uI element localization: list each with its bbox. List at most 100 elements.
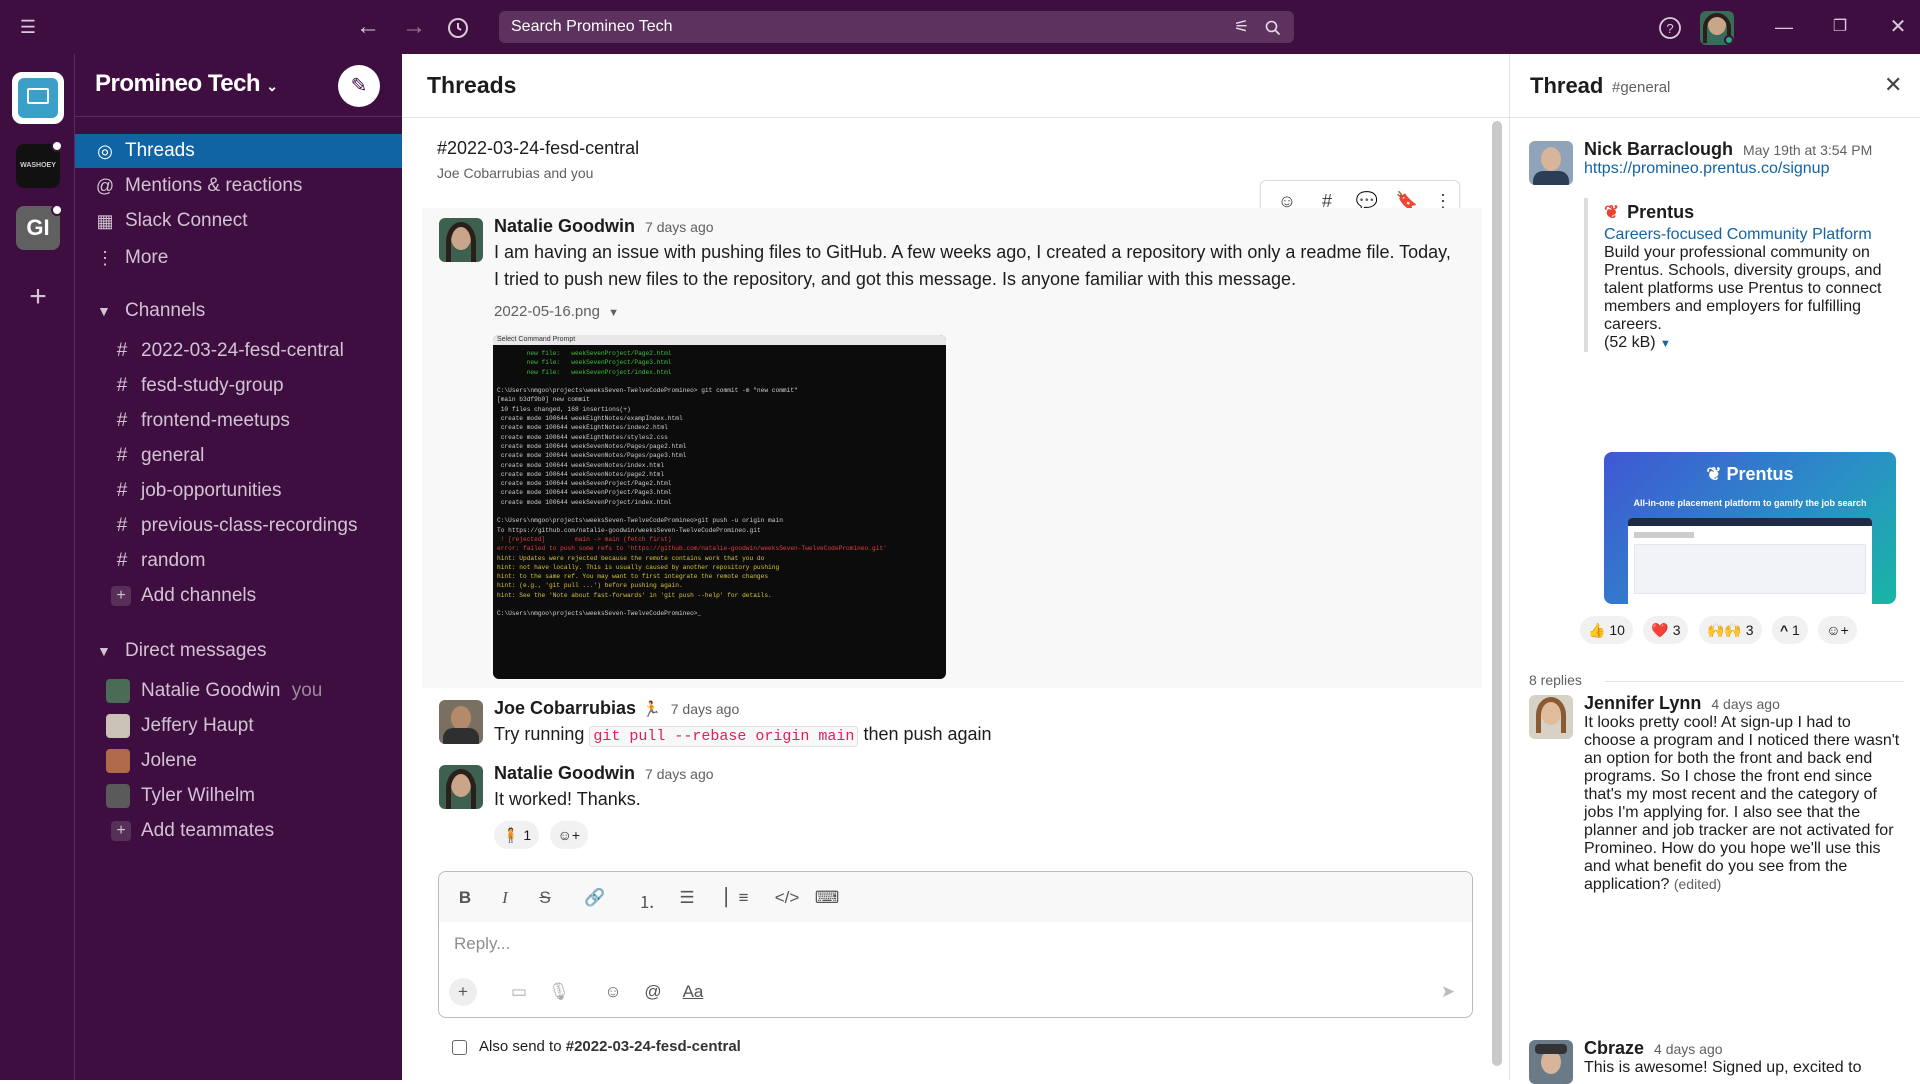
- hamburger-icon[interactable]: ☰: [10, 0, 46, 54]
- nav-mentions[interactable]: @ Mentions & reactions: [75, 169, 402, 203]
- close-icon[interactable]: ✕: [1884, 72, 1902, 98]
- channel-item[interactable]: # job-opportunities: [75, 474, 402, 508]
- strikethrough-icon[interactable]: S: [531, 888, 559, 908]
- reaction-chip[interactable]: 🙌🙌 3: [1698, 616, 1762, 644]
- avatar[interactable]: [439, 700, 483, 744]
- message-time[interactable]: 7 days ago: [671, 701, 740, 717]
- bulleted-list-icon[interactable]: ☰: [673, 888, 701, 908]
- compose-button[interactable]: ✎: [338, 65, 380, 107]
- search-text: Search Promineo Tech: [511, 18, 673, 35]
- reply-composer: B I S 🔗 ⒈ ☰ ▏≡ </> ⌨ Reply... + ▭ 🎙 ☺ @ …: [438, 871, 1473, 1018]
- add-reaction-button[interactable]: ☺+: [549, 821, 589, 849]
- blockquote-icon[interactable]: ▏≡: [723, 888, 751, 908]
- add-reaction-button[interactable]: ☺+: [1818, 616, 1857, 644]
- message-author[interactable]: Cbraze: [1584, 1038, 1644, 1058]
- search-icon[interactable]: [1265, 11, 1281, 43]
- message-time[interactable]: 7 days ago: [645, 219, 714, 235]
- add-channels-button[interactable]: + Add channels: [75, 579, 402, 613]
- attachment-image[interactable]: Select Command Prompt new file: weekSeve…: [493, 335, 946, 679]
- video-icon[interactable]: ▭: [505, 982, 533, 1002]
- unfurl-title[interactable]: Careers-focused Community Platform: [1604, 226, 1902, 244]
- minimize-icon[interactable]: —: [1766, 0, 1802, 54]
- format-toggle-icon[interactable]: Aa: [679, 982, 707, 1002]
- search-input[interactable]: Search Promineo Tech ⚟: [499, 11, 1294, 43]
- workspace-name[interactable]: Promineo Tech ⌄: [95, 70, 278, 98]
- nav-threads[interactable]: ◎ Threads: [75, 134, 402, 168]
- italic-icon[interactable]: I: [491, 888, 519, 908]
- message-author[interactable]: Natalie Goodwin: [494, 763, 635, 783]
- avatar[interactable]: [439, 765, 483, 809]
- emoji-icon[interactable]: ☺: [599, 982, 627, 1002]
- help-icon[interactable]: ?: [1652, 0, 1688, 54]
- ordered-list-icon[interactable]: ⒈: [633, 888, 661, 913]
- terminal-line: create mode 100644 weekSevenNotes/Pages/…: [497, 452, 687, 460]
- avatar[interactable]: [1529, 1040, 1573, 1084]
- avatar[interactable]: [1529, 141, 1573, 185]
- mention-icon[interactable]: @: [639, 982, 667, 1002]
- code-block-icon[interactable]: ⌨: [813, 888, 841, 908]
- message-time[interactable]: 4 days ago: [1654, 1041, 1723, 1057]
- close-window-icon[interactable]: ✕: [1880, 0, 1916, 54]
- add-teammates-button[interactable]: + Add teammates: [75, 814, 402, 848]
- avatar[interactable]: [439, 218, 483, 262]
- arrow-right-icon[interactable]: →: [396, 0, 432, 54]
- channels-section[interactable]: ▼ Channels: [75, 294, 402, 328]
- also-send-option[interactable]: Also send to #2022-03-24-fesd-central: [452, 1038, 741, 1055]
- send-icon[interactable]: ➤: [1434, 982, 1462, 1002]
- arrow-left-icon[interactable]: ←: [350, 0, 386, 54]
- message-author[interactable]: Natalie Goodwin: [494, 216, 635, 236]
- checkbox[interactable]: [452, 1039, 467, 1055]
- sliders-icon[interactable]: ⚟: [1234, 11, 1249, 43]
- thread-channel[interactable]: #2022-03-24-fesd-central: [437, 138, 639, 159]
- restore-icon[interactable]: ❐: [1822, 0, 1858, 54]
- app-preview: [1628, 518, 1872, 604]
- dm-item[interactable]: Jolene: [75, 744, 402, 778]
- reaction-chip[interactable]: 🧍 1: [494, 821, 540, 849]
- reaction-chip[interactable]: 👍 10: [1580, 616, 1633, 644]
- message-time[interactable]: 4 days ago: [1711, 696, 1780, 712]
- attachment-name[interactable]: 2022-05-16.png ▼: [494, 303, 1454, 320]
- channel-item[interactable]: # general: [75, 439, 402, 473]
- reaction-chip[interactable]: ❤️ 3: [1643, 616, 1689, 644]
- unfurl-size[interactable]: (52 kB) ▼: [1604, 334, 1902, 352]
- avatar[interactable]: [1529, 695, 1573, 739]
- bold-icon[interactable]: B: [451, 888, 479, 908]
- dm-item[interactable]: Tyler Wilhelm: [75, 779, 402, 813]
- link-icon[interactable]: 🔗: [581, 888, 609, 908]
- channel-item[interactable]: #2022-03-24-fesd-central: [75, 334, 402, 368]
- message-author[interactable]: Joe Cobarrubias: [494, 698, 636, 718]
- thread-card-header[interactable]: #2022-03-24-fesd-central Joe Cobarrubias…: [437, 138, 639, 181]
- nav-more[interactable]: ⋮ More: [75, 241, 402, 275]
- message-time[interactable]: 7 days ago: [645, 766, 714, 782]
- workspace-promineo[interactable]: [12, 72, 64, 124]
- attach-plus-icon[interactable]: +: [449, 978, 477, 1006]
- message-link[interactable]: https://promineo.prentus.co/signup: [1584, 160, 1904, 178]
- scrollbar[interactable]: [1492, 121, 1502, 1066]
- thread-channel[interactable]: #general: [1612, 79, 1670, 96]
- dm-item[interactable]: Jeffery Haupt: [75, 709, 402, 743]
- dm-item[interactable]: Natalie Goodwin you: [75, 674, 402, 708]
- terminal-line: hint: (e.g., 'git pull ...') before push…: [497, 582, 683, 590]
- unfurl-image[interactable]: ❦ Prentus All-in-one placement platform …: [1604, 452, 1896, 604]
- channel-item[interactable]: # previous-class-recordings: [75, 509, 402, 543]
- replies-divider: 8 replies: [1529, 672, 1904, 692]
- channel-item[interactable]: # frontend-meetups: [75, 404, 402, 438]
- terminal-line: hint: See the 'Note about fast-forwards'…: [497, 591, 772, 599]
- add-workspace-icon[interactable]: +: [22, 280, 54, 314]
- dm-section[interactable]: ▼ Direct messages: [75, 634, 402, 668]
- message-author[interactable]: Nick Barraclough: [1584, 139, 1733, 159]
- message-author[interactable]: Jennifer Lynn: [1584, 693, 1701, 713]
- nav-slack-connect[interactable]: ▦ Slack Connect: [75, 204, 402, 238]
- reply-input[interactable]: Reply...: [454, 934, 510, 954]
- microphone-icon[interactable]: 🎙: [545, 982, 573, 1002]
- terminal-line: [main b3df9b0] new commit: [497, 396, 590, 404]
- code-icon[interactable]: </>: [773, 888, 801, 908]
- channel-item[interactable]: # fesd-study-group: [75, 369, 402, 403]
- reaction-chip[interactable]: ^ 1: [1771, 616, 1808, 644]
- user-avatar[interactable]: [1700, 11, 1734, 45]
- status-emoji: 🏃: [642, 701, 661, 718]
- clock-icon[interactable]: [440, 0, 476, 54]
- caret-down-icon: ▼: [97, 303, 111, 319]
- channel-item[interactable]: # random: [75, 544, 402, 578]
- message-time[interactable]: May 19th at 3:54 PM: [1743, 142, 1872, 158]
